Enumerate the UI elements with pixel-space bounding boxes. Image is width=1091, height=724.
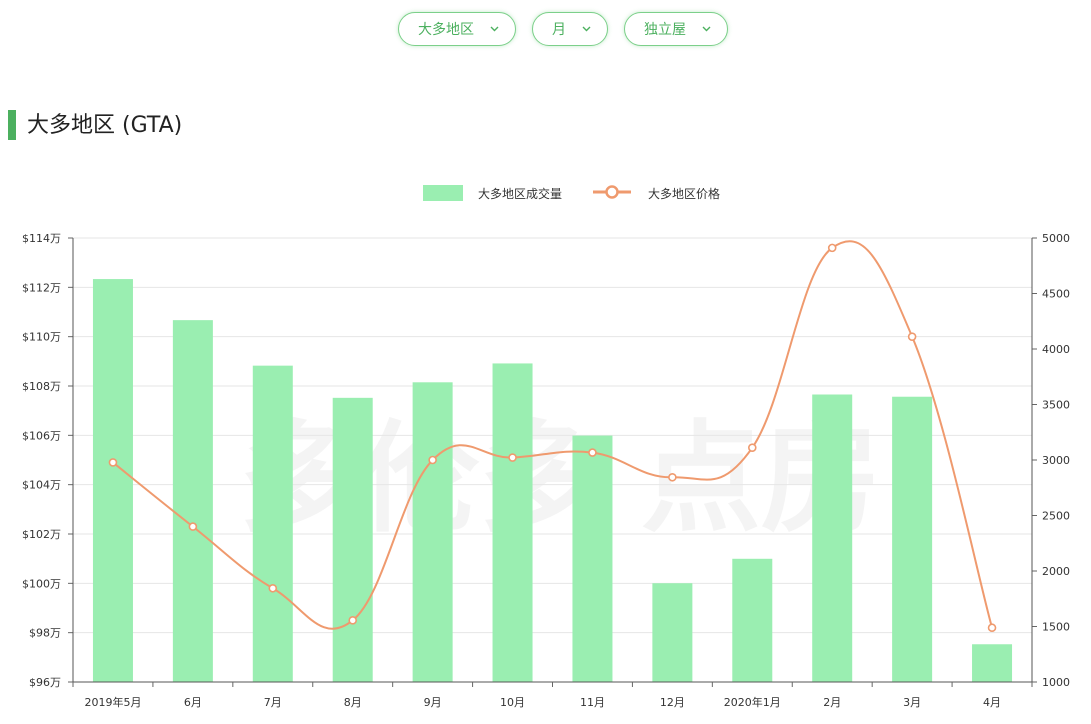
bar <box>92 279 133 682</box>
price-point <box>268 583 278 593</box>
legend-label-price: 大多地区价格 <box>648 186 720 201</box>
y-left-tick-label: $106万 <box>22 429 61 442</box>
x-tick-label: 10月 <box>500 696 525 709</box>
x-tick-label: 2020年1月 <box>724 695 781 709</box>
x-tick-label: 12月 <box>660 696 685 709</box>
x-tick-label: 2月 <box>823 696 841 709</box>
bar <box>412 382 453 682</box>
bar <box>812 394 853 682</box>
price-point <box>188 522 198 531</box>
price-volume-chart: 多伦多 点房$96万$98万$100万$102万$104万$106万$108万$… <box>22 185 1070 709</box>
y-right-tick-label: 4500 <box>1042 288 1070 301</box>
y-right-tick-label: 1000 <box>1042 676 1070 689</box>
y-right-tick-label: 2500 <box>1042 510 1070 523</box>
y-left-tick-label: $114万 <box>22 232 61 245</box>
bar <box>572 435 613 682</box>
price-point <box>108 458 118 467</box>
legend-label-volume: 大多地区成交量 <box>478 186 562 201</box>
bar <box>652 583 693 682</box>
x-tick-label: 6月 <box>184 696 202 709</box>
y-left-tick-label: $102万 <box>22 528 61 541</box>
price-point <box>668 472 677 482</box>
x-tick-label: 7月 <box>264 696 282 709</box>
y-right-tick-label: 2000 <box>1042 565 1070 578</box>
price-point <box>508 453 517 462</box>
price-point <box>428 455 437 465</box>
y-left-tick-label: $104万 <box>22 479 61 492</box>
y-left-tick-label: $98万 <box>29 627 61 640</box>
y-right-tick-label: 3500 <box>1042 399 1070 412</box>
price-point <box>827 243 837 253</box>
y-left-tick-label: $96万 <box>29 676 61 689</box>
bar <box>252 365 293 682</box>
bar <box>332 397 373 682</box>
bar <box>492 363 533 682</box>
x-tick-label: 8月 <box>344 696 362 709</box>
x-tick-label: 11月 <box>580 696 605 709</box>
bar <box>732 558 773 682</box>
price-point <box>348 616 358 625</box>
price-point <box>588 448 597 457</box>
legend-swatch-price-marker <box>605 185 619 199</box>
x-tick-label: 4月 <box>983 696 1001 709</box>
x-tick-label: 9月 <box>424 696 442 709</box>
bar <box>972 644 1013 682</box>
y-left-tick-label: $110万 <box>22 331 61 344</box>
y-left-tick-label: $108万 <box>22 380 61 393</box>
price-point <box>907 332 917 341</box>
bar <box>892 396 933 682</box>
legend-swatch-volume <box>423 185 463 201</box>
y-right-tick-label: 4000 <box>1042 343 1070 356</box>
price-point <box>987 623 997 633</box>
x-tick-label: 3月 <box>903 696 921 709</box>
y-right-tick-label: 3000 <box>1042 454 1070 467</box>
y-left-tick-label: $100万 <box>22 577 61 590</box>
y-right-tick-label: 1500 <box>1042 621 1070 634</box>
bar <box>172 320 213 682</box>
price-point <box>747 443 757 452</box>
y-left-tick-label: $112万 <box>22 281 61 294</box>
y-right-tick-label: 5000 <box>1042 232 1070 245</box>
x-tick-label: 2019年5月 <box>84 695 141 709</box>
